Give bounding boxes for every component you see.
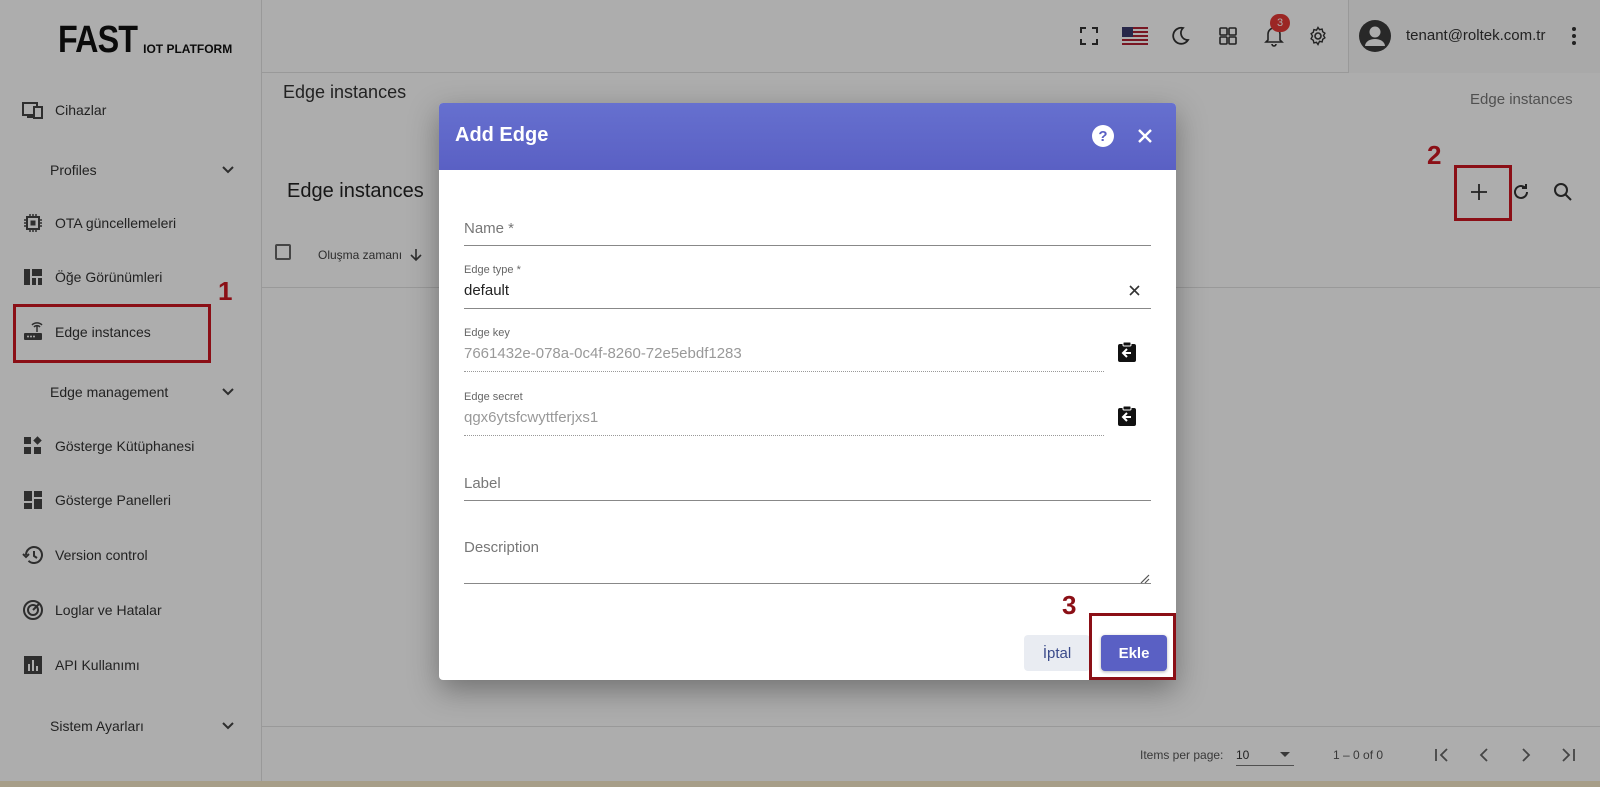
name-placeholder: Name *	[464, 220, 515, 237]
annotation-box-step2	[1454, 165, 1512, 221]
edge-key-field[interactable]: Edge key 7661432e-078a-0c4f-8260-72e5ebd…	[464, 327, 1104, 372]
cancel-button[interactable]: İptal	[1024, 635, 1090, 671]
description-field[interactable]: Description	[464, 539, 1151, 584]
edge-type-value: default	[464, 282, 510, 299]
close-icon[interactable]	[1134, 125, 1156, 147]
annotation-step2: 2	[1427, 140, 1442, 170]
edge-secret-value: qgx6ytsfcwyttferjxs1	[464, 409, 599, 426]
resize-handle-icon[interactable]	[1140, 571, 1150, 584]
annotation-step1: 1	[218, 276, 233, 306]
label-field[interactable]: Label	[464, 475, 1151, 501]
help-icon[interactable]: ?	[1092, 125, 1114, 147]
label-placeholder: Label	[464, 475, 501, 492]
dialog-header: Add Edge ?	[439, 103, 1176, 170]
edge-type-field[interactable]: Edge type * default	[464, 264, 1151, 309]
edge-type-label: Edge type *	[464, 264, 521, 276]
edge-secret-label: Edge secret	[464, 391, 523, 403]
edge-key-label: Edge key	[464, 327, 510, 339]
edge-key-value: 7661432e-078a-0c4f-8260-72e5ebdf1283	[464, 345, 742, 362]
copy-secret-icon[interactable]	[1117, 405, 1139, 427]
description-placeholder: Description	[464, 539, 540, 556]
clear-icon[interactable]	[1126, 282, 1142, 298]
edge-secret-field[interactable]: Edge secret qgx6ytsfcwyttferjxs1	[464, 391, 1104, 436]
dialog-title: Add Edge	[455, 124, 549, 146]
name-field[interactable]: Name *	[464, 220, 1151, 246]
annotation-box-step3	[1089, 613, 1176, 680]
annotation-box-step1	[13, 304, 211, 363]
annotation-step3: 3	[1062, 590, 1077, 620]
copy-key-icon[interactable]	[1117, 341, 1139, 363]
